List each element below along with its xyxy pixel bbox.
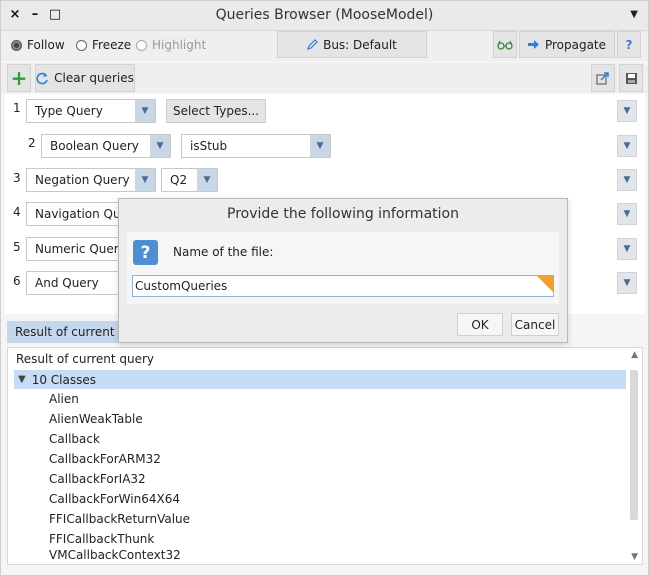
query-param-value: Q2 <box>170 173 188 187</box>
query-number: 1 <box>13 101 21 115</box>
query-number: 2 <box>28 136 36 150</box>
expand-arrow-icon[interactable]: ▼ <box>18 374 26 385</box>
glasses-icon <box>497 40 513 50</box>
input-resize-corner <box>537 276 553 292</box>
tree-root-row[interactable]: ▼ 10 Classes <box>14 370 626 389</box>
clear-queries-label: Clear queries <box>54 71 134 85</box>
query-number: 4 <box>13 205 21 219</box>
radio-follow-label: Follow <box>27 38 65 52</box>
query-number: 6 <box>13 274 21 288</box>
radio-freeze-label: Freeze <box>92 38 132 52</box>
results-tab[interactable]: Result of current query <box>7 321 127 343</box>
list-item[interactable]: VMCallbackContext32 <box>49 548 181 562</box>
query-param-dropdown[interactable]: Q2 ▼ <box>161 168 218 192</box>
save-glyph <box>625 72 637 84</box>
scroll-up-icon[interactable]: ▲ <box>631 350 638 360</box>
title-bar: × – □ Queries Browser (MooseModel) ▼ <box>1 1 648 31</box>
radio-highlight-label: Highlight <box>152 38 207 52</box>
radio-indicator <box>136 39 147 51</box>
add-icon[interactable]: + <box>7 64 31 92</box>
list-item[interactable]: CallbackForWin64X64 <box>49 492 180 506</box>
bus-button[interactable]: Bus: Default <box>277 31 427 58</box>
dialog-title: Provide the following information <box>227 206 459 222</box>
file-name-dialog: Provide the following information ? Name… <box>118 198 568 343</box>
query-menu-button[interactable]: ▼ <box>617 100 637 122</box>
query-number: 3 <box>13 171 21 185</box>
visualize-button[interactable] <box>493 31 517 58</box>
list-item[interactable]: CallbackForARM32 <box>49 452 161 466</box>
scroll-down-icon[interactable]: ▼ <box>631 552 638 562</box>
list-item[interactable]: FFICallbackThunk <box>49 532 154 546</box>
window-menu-icon[interactable]: ▼ <box>630 9 638 20</box>
save-icon[interactable] <box>619 64 643 92</box>
refresh-icon <box>36 72 48 84</box>
select-types-button[interactable]: Select Types... <box>166 99 266 123</box>
dropdown-arrow-icon: ▼ <box>135 169 155 191</box>
help-icon[interactable]: ? <box>617 31 641 58</box>
pencil-icon <box>307 39 318 50</box>
window-title: Queries Browser (MooseModel) <box>215 7 434 23</box>
clear-queries-button[interactable]: Clear queries <box>35 64 135 92</box>
list-item[interactable]: CallbackForIA32 <box>49 472 146 486</box>
dialog-body: ? Name of the file: <box>127 232 559 304</box>
bus-button-label: Bus: Default <box>323 37 397 52</box>
query-type-dropdown[interactable]: Negation Query ▼ <box>26 168 156 192</box>
list-item[interactable]: Callback <box>49 432 100 446</box>
radio-highlight: Highlight <box>136 38 206 52</box>
radio-follow[interactable]: Follow <box>11 38 65 52</box>
query-type-dropdown[interactable]: Boolean Query ▼ <box>41 134 171 158</box>
tree-root-label: 10 Classes <box>31 372 96 387</box>
query-menu-button[interactable]: ▼ <box>617 169 637 191</box>
query-param-dropdown[interactable]: isStub ▼ <box>181 134 331 158</box>
file-name-input[interactable] <box>132 275 554 297</box>
list-item[interactable]: AlienWeakTable <box>49 412 143 426</box>
query-type-dropdown[interactable]: Type Query ▼ <box>26 99 156 123</box>
file-name-label: Name of the file: <box>173 245 274 259</box>
scrollbar-thumb[interactable] <box>630 370 638 520</box>
list-item[interactable]: Alien <box>49 392 79 406</box>
query-type-value: Boolean Query <box>50 139 139 153</box>
ok-button[interactable]: OK <box>457 313 503 336</box>
dropdown-arrow-icon: ▼ <box>310 135 330 157</box>
radio-indicator-selected <box>11 39 22 51</box>
question-icon: ? <box>133 240 158 265</box>
list-item[interactable]: FFICallbackReturnValue <box>49 512 190 526</box>
query-menu-button[interactable]: ▼ <box>617 238 637 260</box>
export-icon[interactable] <box>591 64 615 92</box>
export-glyph <box>596 72 609 85</box>
query-menu-button[interactable]: ▼ <box>617 203 637 225</box>
results-panel: Result of current query ▼ 10 Classes Ali… <box>7 347 643 565</box>
dropdown-arrow-icon: ▼ <box>135 100 155 122</box>
propagate-button[interactable]: Propagate <box>519 31 615 58</box>
query-number: 5 <box>13 240 21 254</box>
query-type-value: Negation Query <box>35 173 130 187</box>
dropdown-arrow-icon: ▼ <box>197 169 217 191</box>
results-header: Result of current query <box>16 352 155 366</box>
arrow-right-icon <box>527 40 539 49</box>
radio-freeze[interactable]: Freeze <box>76 38 131 52</box>
radio-indicator <box>76 39 87 51</box>
cancel-button[interactable]: Cancel <box>511 313 559 336</box>
propagate-button-label: Propagate <box>544 37 607 52</box>
query-type-value: Type Query <box>35 104 103 118</box>
toolbar-row-1: Follow Freeze Highlight Bus: Default Pro… <box>1 31 648 61</box>
toolbar-row-2: + Clear queries <box>1 63 648 93</box>
queries-browser-window: × – □ Queries Browser (MooseModel) ▼ Fol… <box>0 0 649 576</box>
query-menu-button[interactable]: ▼ <box>617 272 637 294</box>
query-menu-button[interactable]: ▼ <box>617 135 637 157</box>
dropdown-arrow-icon: ▼ <box>150 135 170 157</box>
query-param-value: isStub <box>190 139 228 153</box>
